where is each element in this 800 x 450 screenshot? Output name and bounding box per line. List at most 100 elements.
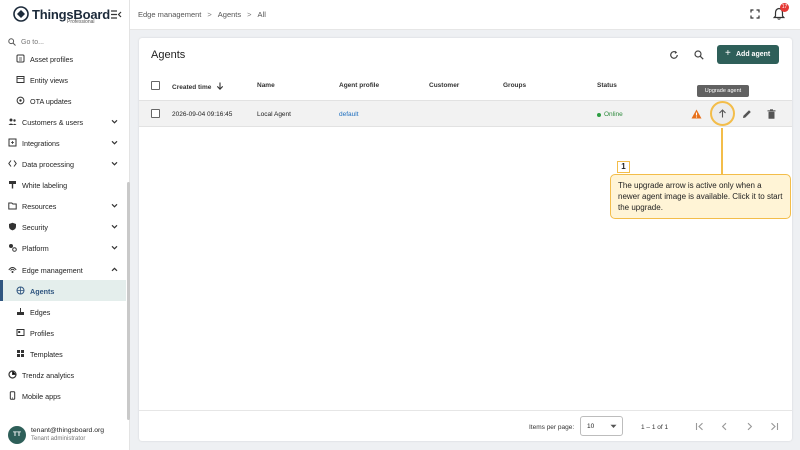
sidebar-item-agents[interactable]: Agents	[0, 280, 126, 301]
collapse-menu-icon[interactable]	[110, 9, 122, 20]
top-bar: Edge management > Agents > All 17	[130, 0, 800, 30]
cell-created-time: 2026-09-04 09:16:45	[172, 111, 233, 118]
chevron-down-icon	[111, 203, 118, 208]
breadcrumb-item[interactable]: Edge management	[138, 10, 201, 19]
callout-connector	[721, 128, 723, 176]
sidebar-item-ota-updates[interactable]: OTA updates	[0, 90, 126, 111]
sidebar-item-trendz-analytics[interactable]: Trendz analytics	[0, 364, 126, 385]
sidebar-scrollbar[interactable]	[127, 182, 130, 420]
templates-icon	[17, 350, 24, 357]
items-per-page-select[interactable]: 10	[580, 416, 623, 436]
logo[interactable]: ThingsBoard Professional	[0, 0, 130, 30]
dropdown-arrow-icon	[610, 424, 617, 428]
sidebar-item-templates[interactable]: Templates	[0, 343, 126, 364]
white-labeling-icon	[9, 181, 16, 189]
column-header-created-time[interactable]: Created time	[172, 82, 224, 91]
user-menu[interactable]: TT tenant@thingsboard.org Tenant adminis…	[0, 418, 130, 450]
breadcrumb-separator: >	[207, 10, 212, 19]
plus-icon: +	[725, 48, 731, 59]
chevron-down-icon	[111, 224, 118, 229]
sidebar-item-label: Edge management	[22, 266, 83, 275]
sidebar-item-label: Profiles	[30, 329, 54, 338]
arrow-up-icon	[719, 109, 726, 118]
callout-number: 1	[617, 161, 630, 173]
sidebar-item-label: Integrations	[22, 139, 60, 148]
last-page-icon[interactable]	[770, 422, 779, 431]
profiles-icon	[16, 329, 25, 336]
first-page-icon[interactable]	[695, 422, 704, 431]
add-agent-button[interactable]: + Add agent	[717, 45, 779, 64]
footer-divider	[139, 410, 792, 411]
sidebar-item-edges[interactable]: Edges	[0, 301, 126, 322]
previous-page-icon[interactable]	[720, 422, 729, 431]
sidebar-item-integrations[interactable]: Integrations	[0, 132, 126, 153]
column-header-agent-profile[interactable]: Agent profile	[339, 82, 379, 89]
cell-name: Local Agent	[257, 111, 291, 118]
sidebar-item-data-processing[interactable]: Data processing	[0, 153, 126, 174]
sidebar-item-label: Platform	[22, 244, 49, 253]
warning-icon[interactable]	[691, 109, 702, 119]
sidebar-item-label: Agents	[30, 287, 55, 296]
sidebar: ThingsBoard Professional Go to... Asset …	[0, 0, 130, 450]
sidebar-item-label: White labeling	[22, 181, 68, 190]
column-header-customer[interactable]: Customer	[429, 82, 459, 89]
sidebar-item-resources[interactable]: Resources	[0, 195, 126, 216]
sidebar-item-label: OTA updates	[30, 97, 72, 106]
chevron-down-icon	[111, 140, 118, 145]
column-header-groups[interactable]: Groups	[503, 82, 526, 89]
delete-trash-icon[interactable]	[767, 109, 776, 119]
sidebar-item-mobile-apps[interactable]: Mobile apps	[0, 385, 126, 406]
avatar: TT	[8, 426, 26, 444]
platform-icon	[9, 244, 17, 252]
sidebar-item-security[interactable]: Security	[0, 216, 126, 237]
entity-views-icon	[16, 76, 25, 83]
sidebar-item-label: Mobile apps	[22, 392, 61, 401]
fullscreen-icon[interactable]	[750, 9, 760, 19]
sidebar-item-label: Data processing	[22, 160, 74, 169]
agents-icon	[16, 286, 25, 295]
status-dot	[597, 113, 601, 117]
ota-updates-icon	[16, 96, 25, 105]
column-header-name[interactable]: Name	[257, 82, 275, 89]
sidebar-item-entity-views[interactable]: Entity views	[0, 69, 126, 90]
table-row[interactable]: 2026-09-04 09:16:45 Local Agent default …	[139, 101, 792, 127]
row-checkbox[interactable]	[151, 109, 160, 118]
sidebar-item-edge-management[interactable]: Edge management	[0, 259, 126, 280]
cell-status: Online	[604, 111, 623, 118]
column-header-status[interactable]: Status	[597, 82, 617, 89]
arrow-down-icon	[217, 82, 224, 90]
breadcrumb: Edge management > Agents > All	[138, 10, 266, 19]
sidebar-item-label: Entity views	[30, 76, 68, 85]
search-icon[interactable]	[694, 50, 704, 60]
sidebar-item-label: Edges	[30, 308, 51, 317]
edit-pencil-icon[interactable]	[742, 109, 752, 119]
select-all-checkbox[interactable]	[151, 81, 160, 90]
chevron-down-icon	[111, 161, 118, 166]
sidebar-item-label: Resources	[22, 202, 57, 211]
upgrade-agent-button[interactable]	[710, 101, 735, 126]
sidebar-item-label: Security	[22, 223, 48, 232]
user-email: tenant@thingsboard.org	[31, 427, 105, 434]
sidebar-item-profiles[interactable]: Profiles	[0, 322, 126, 343]
user-role: Tenant administrator	[31, 436, 86, 442]
refresh-icon[interactable]	[669, 50, 679, 60]
chevron-down-icon	[111, 119, 118, 124]
asset-profiles-icon	[16, 54, 25, 63]
sidebar-item-customers-users[interactable]: Customers & users	[0, 111, 126, 132]
next-page-icon[interactable]	[745, 422, 754, 431]
sidebar-item-platform[interactable]: Platform	[0, 237, 126, 258]
shield-icon	[9, 222, 16, 231]
sidebar-item-asset-profiles[interactable]: Asset profiles	[0, 48, 126, 69]
breadcrumb-item[interactable]: Agents	[218, 10, 241, 19]
mobile-apps-icon	[9, 391, 16, 400]
sidebar-item-label: Customers & users	[22, 118, 84, 127]
sidebar-search-placeholder: Go to...	[21, 39, 44, 46]
page-title: Agents	[151, 49, 186, 61]
edges-icon	[17, 308, 24, 315]
cell-agent-profile-link[interactable]: default	[339, 111, 359, 118]
upgrade-agent-tooltip: Upgrade agent	[697, 85, 749, 97]
chevron-down-icon	[111, 245, 118, 250]
thingsboard-logo-icon	[13, 6, 29, 22]
items-per-page-value: 10	[587, 423, 595, 430]
sidebar-item-white-labeling[interactable]: White labeling	[0, 174, 126, 195]
